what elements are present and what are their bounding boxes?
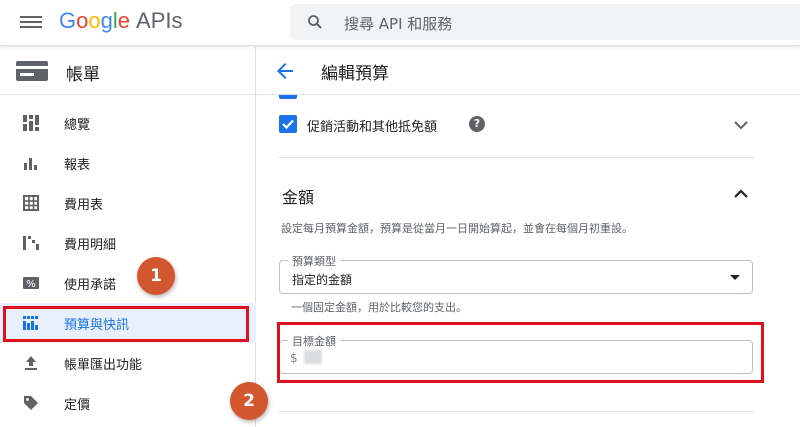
sidebar-item-label: 費用表 bbox=[64, 198, 104, 213]
partial-checkbox[interactable] bbox=[279, 95, 297, 99]
sidebar-item-billing-export[interactable]: 帳單匯出功能 bbox=[0, 343, 256, 383]
billing-card-icon bbox=[16, 61, 48, 81]
budget-type-value: 指定的金額 bbox=[292, 273, 353, 287]
divider bbox=[279, 157, 754, 158]
sidebar-item-overview[interactable]: 總覽 bbox=[0, 103, 256, 143]
amount-section-title: 金額 bbox=[282, 188, 315, 207]
budget-type-helper: 一個固定金額，用於比較您的支出。 bbox=[291, 301, 467, 314]
dropdown-arrow-icon bbox=[730, 275, 740, 280]
search-placeholder: 搜尋 API 和服務 bbox=[344, 15, 453, 33]
divider bbox=[279, 411, 754, 412]
credits-checkbox-row: 促銷活動和其他抵免額 ? bbox=[279, 113, 759, 137]
sidebar-item-commitments[interactable]: % 使用承諾 bbox=[0, 263, 256, 303]
checkmark-icon bbox=[282, 119, 294, 130]
step-badge-1: 1 bbox=[137, 257, 175, 295]
tag-icon bbox=[24, 396, 38, 410]
table-icon bbox=[23, 195, 39, 211]
sidebar: 帳單 總覽 報表 費用表 費用明細 % 使用承諾 預算與快訊 帳單匯出功能 定價 bbox=[0, 47, 256, 427]
page-header: 編輯預算 bbox=[257, 47, 800, 95]
svg-text:%: % bbox=[26, 279, 36, 290]
percent-icon: % bbox=[23, 277, 39, 290]
chevron-down-icon[interactable] bbox=[733, 119, 749, 131]
dashboard-icon bbox=[23, 115, 39, 131]
sidebar-item-label: 總覽 bbox=[64, 118, 91, 133]
sidebar-item-label: 帳單匯出功能 bbox=[64, 358, 143, 373]
upload-icon bbox=[25, 356, 37, 370]
sidebar-item-cost-table[interactable]: 費用表 bbox=[0, 183, 256, 223]
sidebar-header: 帳單 bbox=[0, 47, 255, 95]
credits-checkbox[interactable] bbox=[279, 115, 297, 133]
help-icon[interactable]: ? bbox=[469, 116, 485, 132]
sidebar-item-label: 定價 bbox=[64, 398, 91, 413]
step-badge-2: 2 bbox=[230, 382, 268, 420]
sidebar-item-cost-breakdown[interactable]: 費用明細 bbox=[0, 223, 256, 263]
chevron-up-icon[interactable] bbox=[733, 188, 749, 200]
sidebar-item-pricing[interactable]: 定價 bbox=[0, 383, 256, 423]
page-title: 編輯預算 bbox=[321, 64, 389, 84]
amount-section-description: 設定每月預算金額，預算是從當月一日開始算起，並會在每個月初重設。 bbox=[281, 222, 633, 235]
budget-type-label: 預算類型 bbox=[288, 253, 340, 269]
top-app-bar: Google APIs 搜尋 API 和服務 bbox=[0, 0, 800, 46]
sidebar-item-label: 使用承諾 bbox=[64, 278, 117, 293]
sidebar-item-label: 費用明細 bbox=[64, 238, 117, 253]
hamburger-menu-icon[interactable] bbox=[20, 13, 42, 31]
sidebar-item-reports[interactable]: 報表 bbox=[0, 143, 256, 183]
back-arrow-icon[interactable] bbox=[273, 59, 297, 83]
sidebar-title: 帳單 bbox=[66, 65, 100, 85]
breakdown-icon bbox=[23, 236, 39, 250]
bar-chart-icon bbox=[24, 158, 37, 170]
search-bar[interactable]: 搜尋 API 和服務 bbox=[290, 4, 800, 40]
highlight-box-target-amount bbox=[277, 322, 764, 383]
search-icon bbox=[308, 15, 322, 29]
highlight-box-sidebar bbox=[3, 306, 249, 342]
sidebar-item-label: 報表 bbox=[64, 158, 91, 173]
google-apis-logo[interactable]: Google APIs bbox=[59, 7, 182, 35]
budget-type-select[interactable]: 預算類型 指定的金額 bbox=[279, 253, 753, 294]
credits-checkbox-label: 促銷活動和其他抵免額 bbox=[307, 120, 438, 135]
